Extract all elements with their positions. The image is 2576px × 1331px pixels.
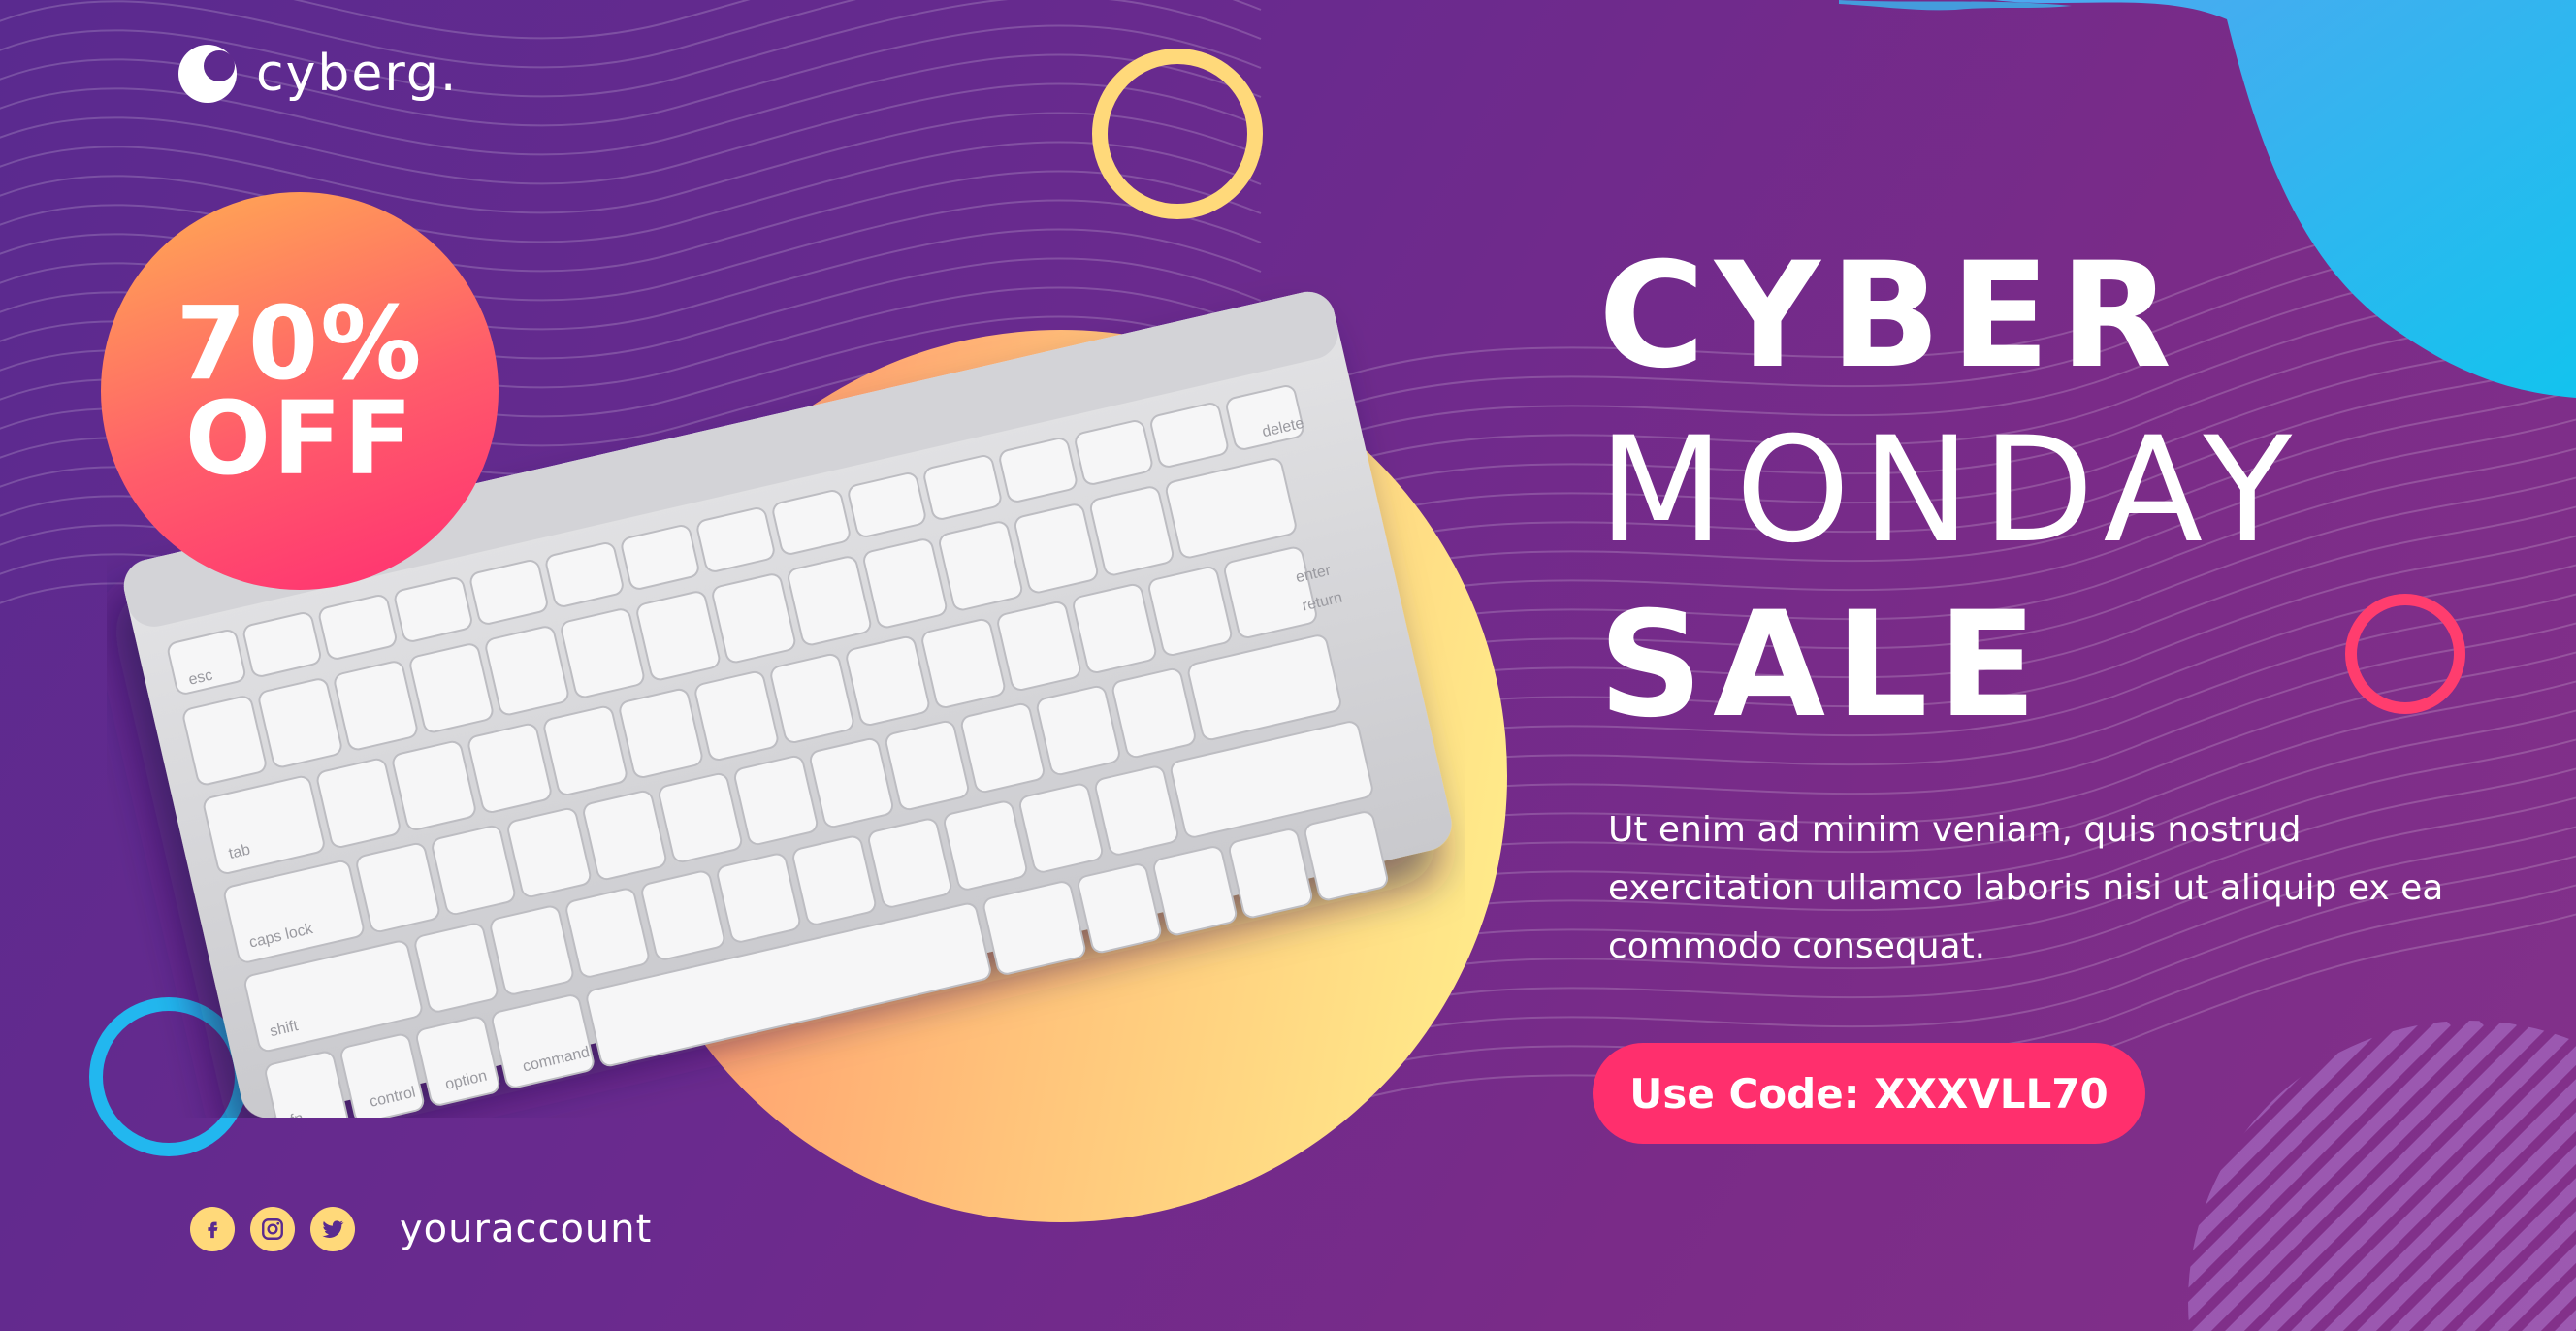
- facebook-icon[interactable]: [190, 1207, 235, 1251]
- headline-cyber: CYBER: [1598, 232, 2182, 401]
- headline-sale: SALE: [1598, 581, 2047, 750]
- headline: CYBER MONDAY SALE: [1598, 229, 2303, 753]
- striped-circle-decoration: [2188, 1021, 2576, 1331]
- headline-monday: MONDAY: [1598, 406, 2304, 575]
- cyber-monday-banner: cyberg. esctabcaps lockshiftfncontrolopt…: [0, 0, 2576, 1331]
- pink-ring-decoration: [2345, 594, 2465, 714]
- discount-percent: 70%: [176, 284, 424, 403]
- brand-name: cyberg.: [256, 45, 459, 103]
- promo-code-button[interactable]: Use Code: XXXVLL70: [1593, 1043, 2145, 1144]
- discount-label: OFF: [184, 379, 415, 498]
- twitter-icon[interactable]: [310, 1207, 355, 1251]
- social-links: youraccount: [190, 1207, 652, 1251]
- brand-logo[interactable]: cyberg.: [177, 43, 458, 105]
- yellow-ring-decoration: [1092, 49, 1263, 219]
- moon-logo-icon: [178, 45, 237, 103]
- discount-badge: 70% OFF: [101, 192, 499, 590]
- description-text: Ut enim ad minim veniam, quis nostrud ex…: [1608, 810, 2444, 966]
- social-handle[interactable]: youraccount: [400, 1207, 652, 1251]
- instagram-icon[interactable]: [250, 1207, 295, 1251]
